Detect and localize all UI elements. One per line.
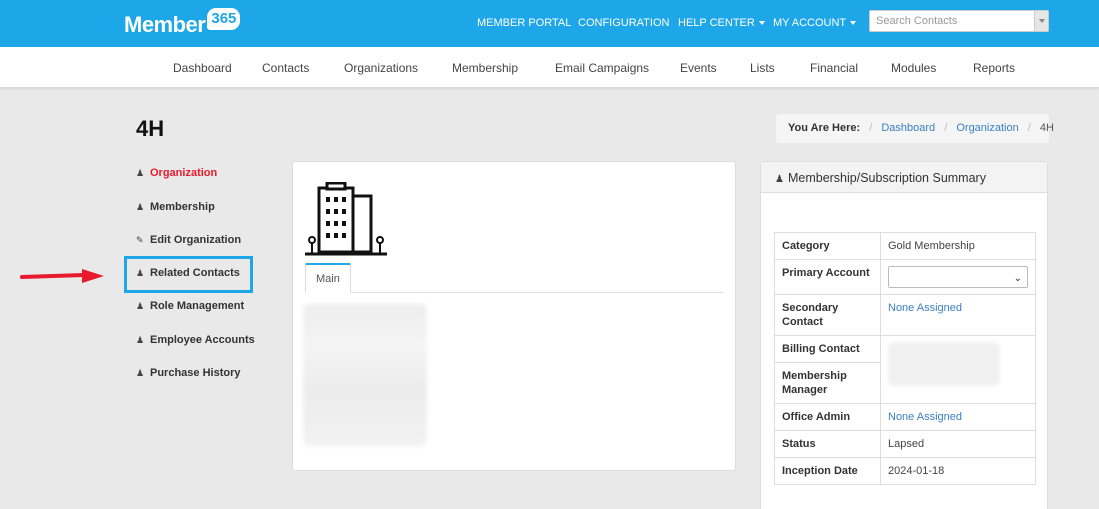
user-icon: ♟ (136, 334, 145, 345)
summary-header: ♟ Membership/Subscription Summary (761, 162, 1047, 193)
redacted-value (888, 342, 1000, 386)
nav-modules[interactable]: Modules (891, 61, 936, 75)
logo-badge: 365 (207, 8, 241, 30)
top-bar: Member 365 MEMBER PORTAL CONFIGURATION H… (0, 0, 1099, 47)
redacted-contacts (880, 335, 1036, 404)
membership-summary-panel: ♟ Membership/Subscription Summary Categor… (760, 161, 1048, 509)
summary-table: Category Gold Membership Primary Account… (774, 232, 1036, 485)
topnav-label: CONFIGURATION (578, 17, 670, 29)
nav-organizations[interactable]: Organizations (344, 61, 418, 75)
side-item-label: Purchase History (150, 367, 241, 379)
user-icon: ♟ (136, 367, 145, 378)
side-item-employee-accounts[interactable]: ♟ Employee Accounts (136, 334, 255, 346)
side-item-label: Edit Organization (150, 234, 242, 246)
row-value: 2024-01-18 (880, 457, 1036, 485)
row-value-cell: ⌄ (880, 259, 1036, 295)
user-icon: ♟ (136, 201, 145, 212)
table-row: Primary Account ⌄ (774, 259, 1036, 295)
side-item-membership[interactable]: ♟ Membership (136, 201, 215, 213)
member365-logo[interactable]: Member 365 (124, 8, 241, 38)
tab-bar: Main (305, 263, 723, 293)
row-key: Primary Account (774, 259, 881, 295)
redacted-address (303, 304, 427, 446)
row-key: Office Admin (774, 403, 881, 431)
organization-panel: Main (292, 161, 736, 471)
nav-membership[interactable]: Membership (452, 61, 518, 75)
nav-contacts[interactable]: Contacts (262, 61, 309, 75)
topnav-my-account[interactable]: MY ACCOUNT (773, 16, 857, 30)
breadcrumb-separator: / (869, 122, 873, 134)
tab-main[interactable]: Main (305, 263, 351, 293)
row-value-cell: None Assigned (880, 294, 1036, 336)
row-key: Billing Contact (774, 335, 881, 363)
nav-dashboard[interactable]: Dashboard (173, 61, 232, 75)
secondary-contact-link[interactable]: None Assigned (888, 302, 962, 314)
side-item-label: Organization (150, 167, 218, 179)
row-value-cell: None Assigned (880, 403, 1036, 431)
summary-title: Membership/Subscription Summary (787, 171, 986, 185)
topnav-help-center[interactable]: HELP CENTER (678, 16, 765, 30)
topnav-label: MEMBER PORTAL (477, 17, 572, 29)
search-contacts (869, 10, 1049, 32)
breadcrumb-organization[interactable]: Organization (956, 122, 1018, 134)
breadcrumb-dashboard[interactable]: Dashboard (881, 122, 935, 134)
nav-lists[interactable]: Lists (750, 61, 775, 75)
nav-reports[interactable]: Reports (973, 61, 1015, 75)
row-value: Gold Membership (880, 232, 1036, 260)
side-item-role-management[interactable]: ♟ Role Management (136, 300, 244, 312)
topnav-label: MY ACCOUNT (773, 17, 847, 29)
table-row: Category Gold Membership (774, 232, 1036, 260)
breadcrumb-separator: / (1027, 122, 1031, 134)
user-icon: ♟ (775, 174, 784, 185)
row-key: Membership Manager (774, 362, 881, 404)
edit-icon: ✎ (136, 234, 144, 245)
caret-down-icon (850, 21, 857, 26)
user-icon: ♟ (136, 167, 145, 178)
nav-events[interactable]: Events (680, 61, 717, 75)
office-admin-link[interactable]: None Assigned (888, 411, 962, 423)
primary-account-select[interactable]: ⌄ (888, 266, 1028, 288)
topnav-configuration[interactable]: CONFIGURATION (578, 16, 669, 30)
side-item-organization[interactable]: ♟ Organization (136, 167, 217, 179)
page-title: 4H (136, 116, 165, 141)
row-key: Category (774, 232, 881, 260)
row-key: Secondary Contact (774, 294, 881, 336)
chevron-down-icon: ⌄ (1013, 273, 1022, 284)
table-row: Office Admin None Assigned (774, 403, 1036, 431)
nav-financial[interactable]: Financial (810, 61, 858, 75)
side-item-label: Employee Accounts (150, 334, 255, 346)
breadcrumb: You Are Here: / Dashboard / Organization… (776, 114, 1054, 143)
row-key: Status (774, 430, 881, 458)
row-key: Inception Date (774, 457, 881, 485)
topnav-label: HELP CENTER (678, 17, 755, 29)
side-item-label: Role Management (150, 300, 245, 312)
breadcrumb-current: 4H (1039, 122, 1054, 134)
table-row: Secondary Contact None Assigned (774, 294, 1036, 336)
logo-text: Member (124, 12, 206, 37)
row-value: Lapsed (880, 430, 1036, 458)
breadcrumb-separator: / (944, 122, 948, 134)
caret-down-icon (758, 21, 765, 26)
side-item-label: Membership (150, 201, 215, 213)
table-row: Inception Date 2024-01-18 (774, 457, 1036, 485)
user-icon: ♟ (136, 300, 145, 311)
highlight-box (124, 256, 253, 293)
breadcrumb-label: You Are Here: (788, 122, 861, 134)
table-row: Billing Contact (774, 335, 1036, 404)
building-icon (305, 182, 387, 256)
red-arrow-icon (20, 269, 104, 283)
main-nav: Dashboard Contacts Organizations Members… (0, 47, 1099, 88)
side-item-purchase-history[interactable]: ♟ Purchase History (136, 367, 240, 379)
side-item-edit-organization[interactable]: ✎ Edit Organization (136, 234, 241, 246)
search-input[interactable] (870, 11, 1030, 31)
topnav-member-portal[interactable]: MEMBER PORTAL (477, 16, 571, 30)
table-row: Status Lapsed (774, 430, 1036, 458)
search-dropdown-button[interactable] (1034, 11, 1048, 31)
nav-email-campaigns[interactable]: Email Campaigns (555, 61, 649, 75)
